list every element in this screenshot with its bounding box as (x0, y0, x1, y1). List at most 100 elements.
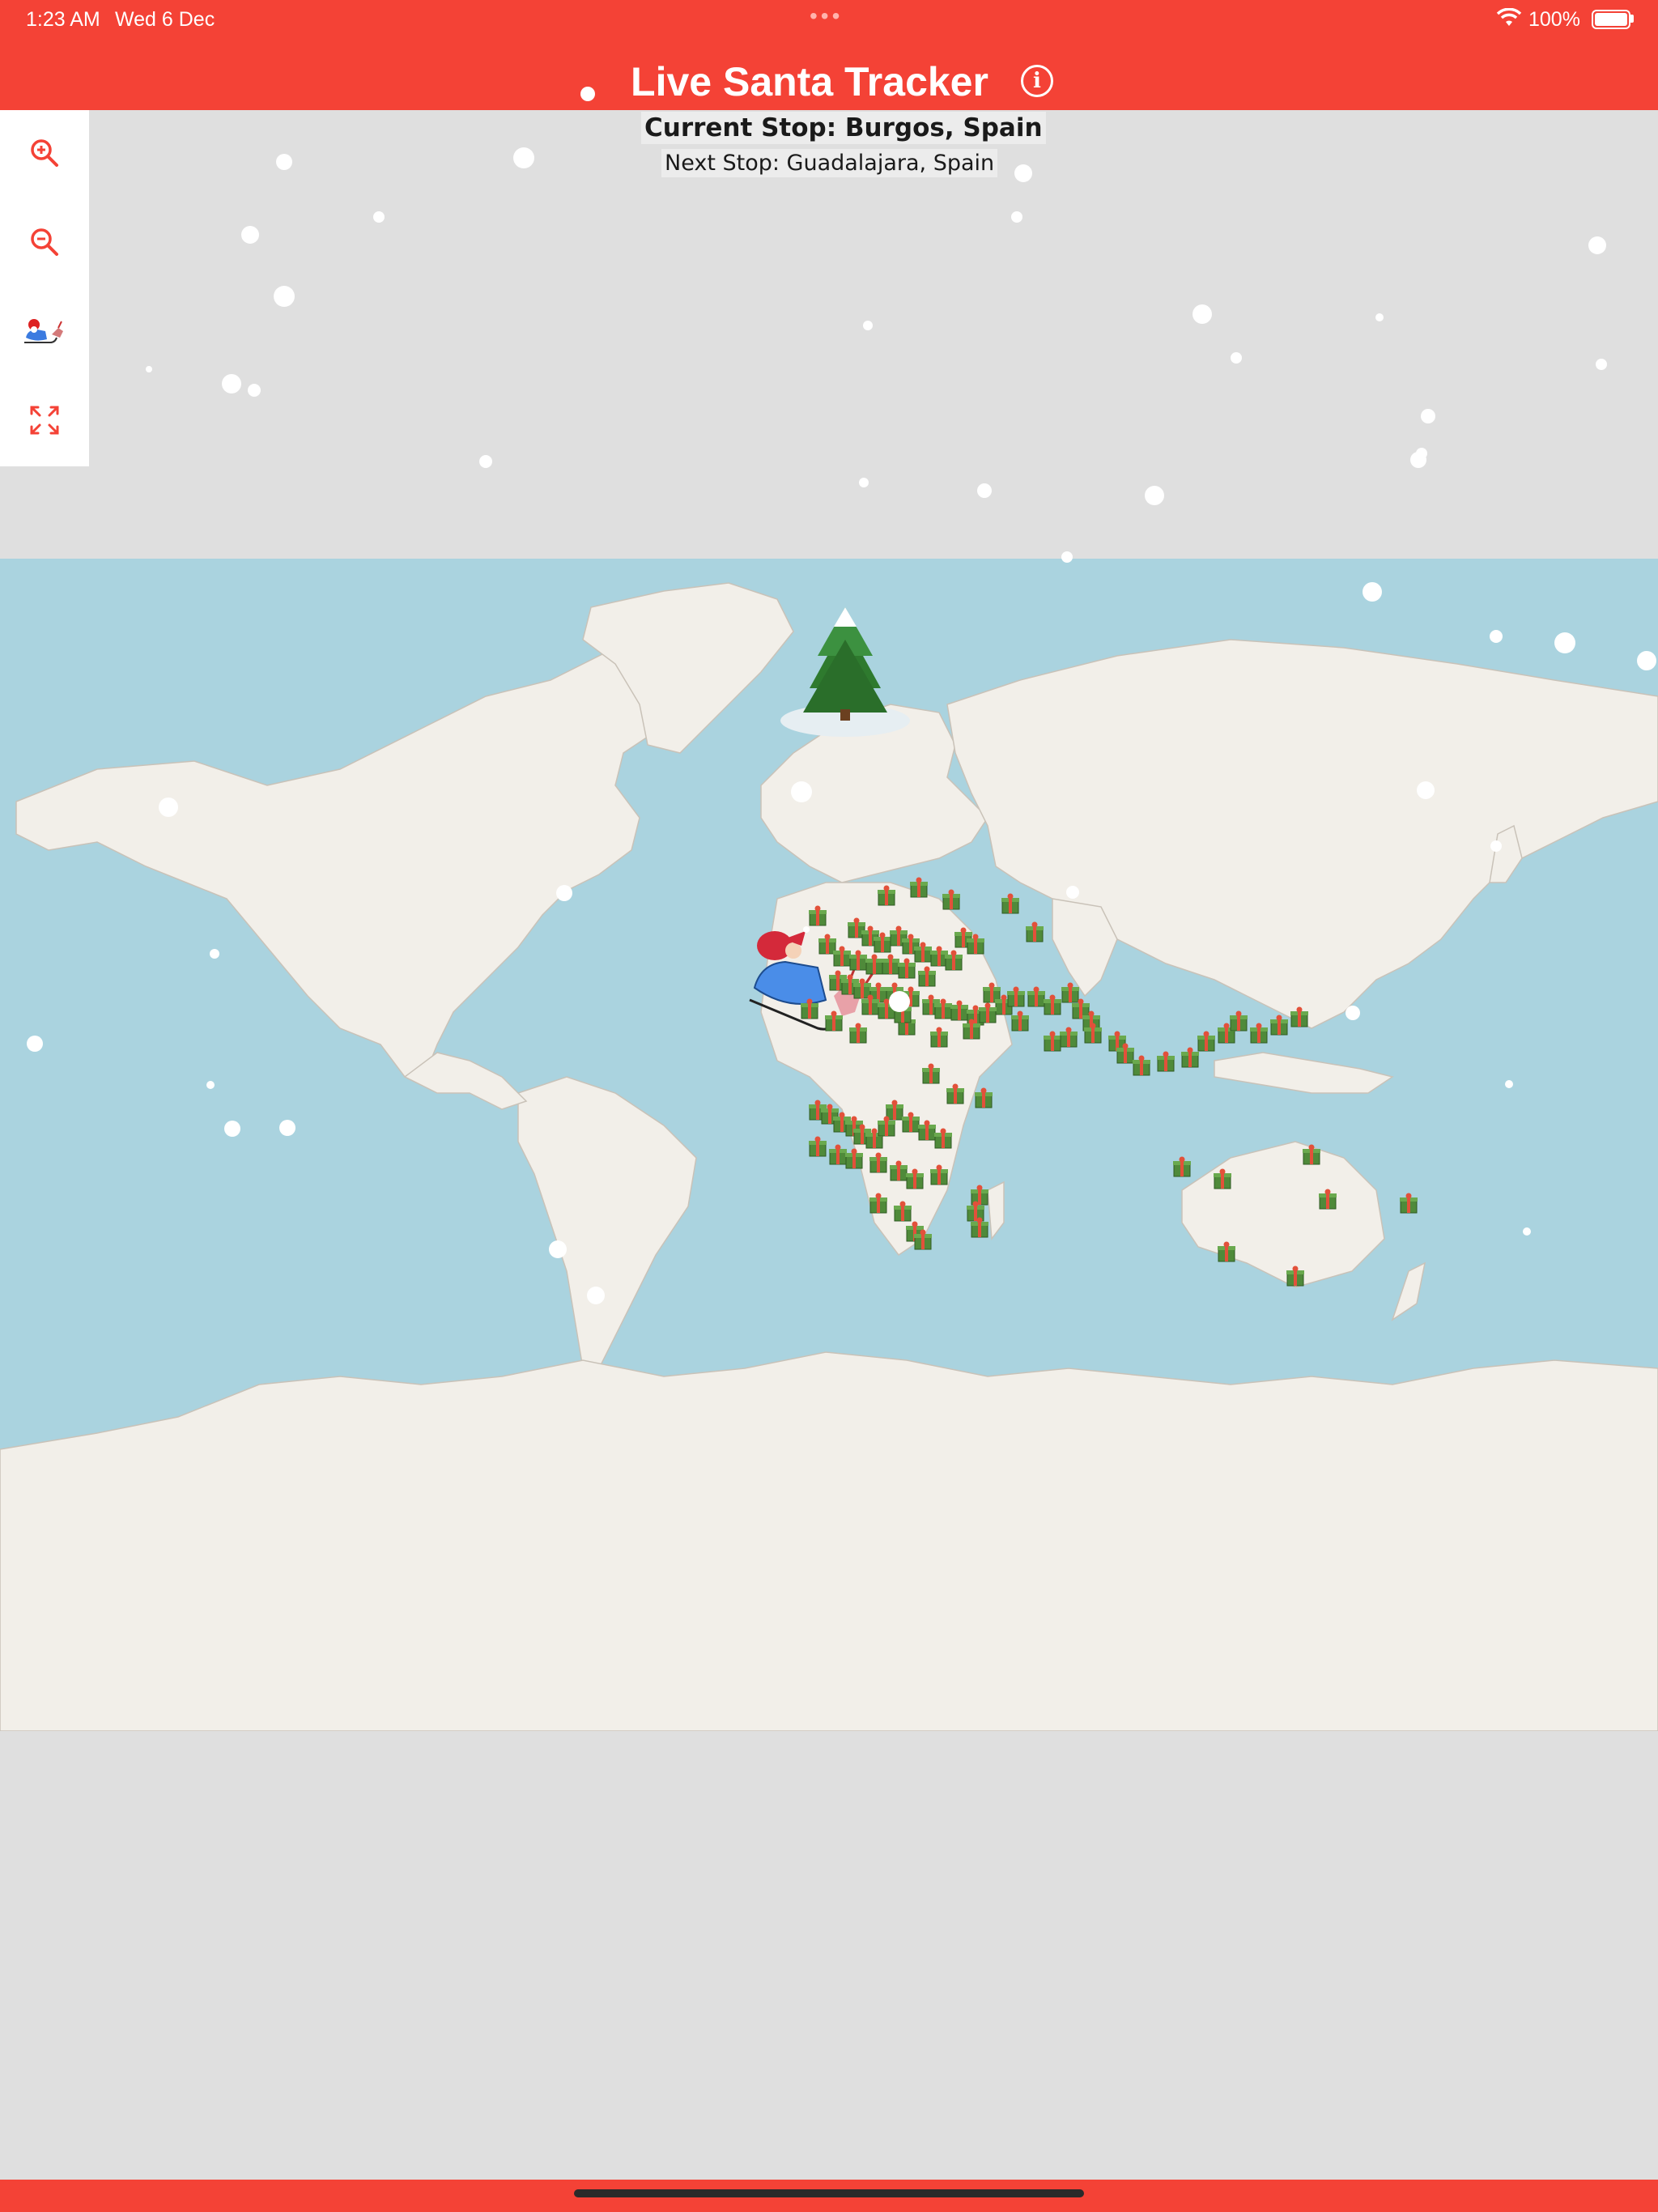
status-time: 1:23 AM (26, 8, 100, 31)
gift-marker (1044, 994, 1061, 1015)
santa-sleigh-icon (24, 319, 63, 343)
gift-marker (1181, 1047, 1199, 1068)
gift-marker (1197, 1031, 1215, 1052)
snowflake (248, 384, 261, 397)
snowflake (549, 1240, 567, 1258)
gift-marker (1001, 893, 1019, 914)
gift-marker (942, 889, 960, 910)
snowflake (1523, 1227, 1531, 1236)
snowflake (1416, 448, 1427, 459)
gift-marker (975, 1087, 993, 1108)
snowflake (222, 374, 241, 393)
gift-marker (1157, 1051, 1175, 1072)
next-stop-label: Next Stop: Guadalajara, Spain (661, 149, 998, 177)
gift-marker (1026, 921, 1044, 942)
snowflake (1011, 211, 1022, 223)
page-title: Live Santa Tracker (631, 59, 988, 104)
gift-marker (1060, 1027, 1078, 1048)
wifi-icon (1496, 7, 1522, 33)
current-stop-label: Current Stop: Burgos, Spain (641, 112, 1046, 144)
gift-marker (829, 1144, 847, 1165)
snowflake (889, 991, 910, 1012)
app-header: Live Santa Tracker i (0, 37, 1658, 110)
snowflake (1145, 486, 1164, 505)
snowflake (580, 87, 595, 101)
home-indicator[interactable] (574, 2189, 1084, 2197)
snowflake (1346, 1006, 1360, 1020)
gift-marker (1400, 1193, 1418, 1214)
gift-marker (1044, 1031, 1061, 1052)
gift-marker (910, 877, 928, 898)
snowflake (513, 147, 534, 168)
snowflake (210, 949, 219, 959)
snowflake (859, 478, 869, 487)
landmass-asia (946, 639, 1658, 1029)
center-on-santa-button[interactable] (15, 301, 74, 361)
gift-marker (1250, 1023, 1268, 1044)
gift-marker (1007, 986, 1025, 1007)
snowflake (1505, 1080, 1513, 1088)
snowflake (1554, 632, 1575, 653)
snowflake (977, 483, 992, 498)
snowflake (1061, 551, 1073, 563)
snowflake (146, 366, 152, 372)
landmass-north-america (15, 647, 665, 1087)
snowflake (556, 885, 572, 901)
snowflake (587, 1287, 605, 1304)
gift-marker (1270, 1015, 1288, 1036)
snowflake (863, 321, 873, 330)
expand-icon (30, 406, 59, 435)
snowflake (1490, 840, 1502, 852)
battery-percentage: 100% (1528, 8, 1580, 31)
snowflake (1363, 582, 1382, 602)
snowflake (1637, 651, 1656, 670)
gift-marker (809, 1136, 827, 1157)
zoom-out-icon (31, 228, 58, 256)
gift-marker (1133, 1055, 1150, 1076)
snowflake (279, 1120, 295, 1136)
snowflake (373, 211, 385, 223)
world-map[interactable] (0, 559, 1658, 1731)
snowflake (224, 1121, 240, 1137)
snowflake (1421, 409, 1435, 423)
snowflake (791, 781, 812, 802)
multitasking-dots-icon[interactable]: ••• (810, 3, 843, 29)
snowflake (1588, 236, 1606, 254)
landmass-south-america (517, 1076, 697, 1369)
gift-marker (1230, 1010, 1248, 1032)
fullscreen-button[interactable] (15, 390, 74, 450)
battery-icon (1592, 10, 1630, 29)
snowflake (1192, 304, 1212, 324)
gift-marker (1027, 986, 1045, 1007)
battery-tip (1630, 15, 1634, 23)
gift-marker (1061, 982, 1079, 1003)
info-icon[interactable]: i (1021, 65, 1053, 97)
snowflake (274, 286, 295, 307)
landmass-madagascar (987, 1180, 1005, 1241)
status-date: Wed 6 Dec (115, 8, 215, 31)
zoom-in-button[interactable] (15, 123, 74, 183)
christmas-tree-north-pole (780, 607, 910, 737)
zoom-out-button[interactable] (15, 212, 74, 272)
status-bar: 1:23 AM Wed 6 Dec ••• 100% (0, 0, 1658, 37)
snowflake (206, 1081, 215, 1089)
snowflake (241, 226, 259, 244)
snowflake (1490, 630, 1503, 643)
gift-marker (1173, 1156, 1191, 1177)
snowflake (1066, 886, 1079, 899)
snowflake (479, 455, 492, 468)
snowflake (159, 798, 178, 817)
gift-marker (1011, 1010, 1029, 1032)
snowflake (27, 1036, 43, 1052)
zoom-in-icon (31, 139, 58, 167)
snowflake (1014, 164, 1032, 182)
landmass-australia (1181, 1141, 1385, 1288)
snowflake (1375, 313, 1384, 321)
snowflake (1417, 781, 1435, 799)
snowflake (1596, 359, 1607, 370)
landmass-antarctica (0, 1351, 1658, 1731)
snowflake (1231, 352, 1242, 364)
snowflake (276, 154, 292, 170)
map-controls-panel (0, 110, 89, 466)
gift-marker (971, 1185, 988, 1206)
